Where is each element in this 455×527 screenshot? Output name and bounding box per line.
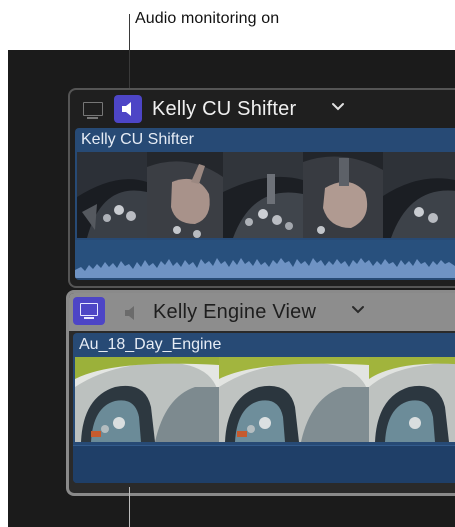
video-clip[interactable]: Au_18_Day_Engine bbox=[73, 333, 455, 483]
frame-thumbnail bbox=[77, 152, 147, 238]
audio-waveform bbox=[75, 240, 455, 278]
angle-kelly-cu-shifter[interactable]: Kelly CU Shifter Kelly CU Shifter bbox=[68, 88, 455, 288]
angle-name: Kelly CU Shifter bbox=[152, 98, 297, 120]
filmstrip bbox=[75, 357, 455, 442]
angle-name: Kelly Engine View bbox=[153, 301, 317, 323]
frame-thumbnail bbox=[303, 152, 383, 238]
clip-name: Kelly CU Shifter bbox=[81, 131, 194, 148]
speaker-icon[interactable] bbox=[114, 95, 142, 123]
chevron-down-icon[interactable] bbox=[330, 100, 346, 114]
frame-thumbnail bbox=[369, 357, 455, 442]
frame-thumbnail bbox=[223, 152, 303, 238]
frame-thumbnail bbox=[147, 152, 223, 238]
callout-leader-line bbox=[129, 14, 130, 96]
video-clip[interactable]: Kelly CU Shifter bbox=[75, 128, 455, 280]
angle-header: Kelly CU Shifter bbox=[70, 90, 455, 128]
callout-leader-line-lower bbox=[129, 487, 130, 527]
video-monitor-icon[interactable] bbox=[82, 102, 104, 120]
clip-name: Au_18_Day_Engine bbox=[79, 336, 222, 353]
audio-strip bbox=[73, 445, 455, 483]
filmstrip bbox=[77, 152, 455, 238]
angle-header: Kelly Engine View bbox=[69, 293, 455, 331]
video-monitor-icon[interactable] bbox=[73, 297, 105, 325]
frame-thumbnail bbox=[219, 357, 369, 442]
angle-kelly-engine-view[interactable]: Kelly Engine View Au_18_Day_Engine bbox=[66, 290, 455, 496]
frame-thumbnail bbox=[75, 357, 219, 442]
speaker-icon[interactable] bbox=[117, 299, 145, 327]
callout-label: Audio monitoring on bbox=[135, 10, 280, 27]
frame-thumbnail bbox=[383, 152, 455, 238]
chevron-down-icon[interactable] bbox=[350, 303, 366, 317]
